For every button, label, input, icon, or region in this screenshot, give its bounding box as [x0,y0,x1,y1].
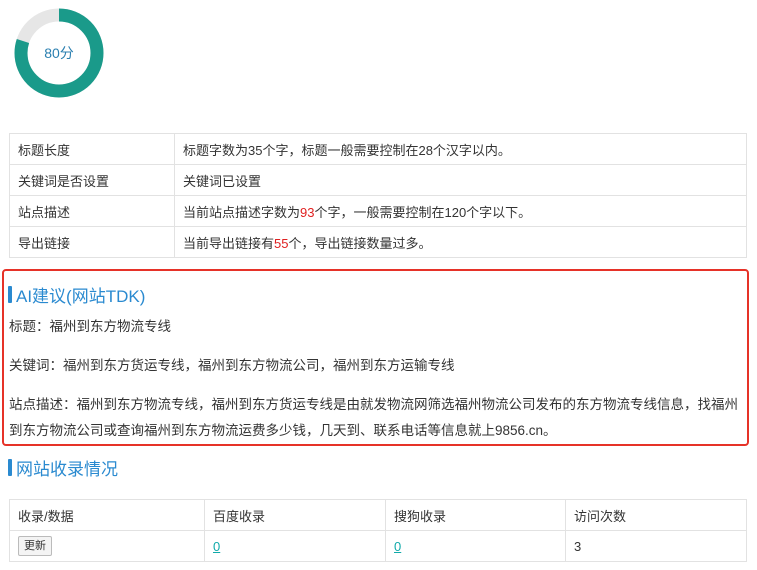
column-header: 收录/数据 [9,499,205,531]
ai-description-line: 站点描述：福州到东方物流专线，福州到东方货运专线是由就发物流网筛选福州物流公司发… [9,397,738,438]
column-header: 百度收录 [204,499,386,531]
score-ring: 80分 [14,8,104,98]
row-value-post: 个字，一般需要控制在120个字以下。 [314,204,532,220]
ai-section-title: AI建议(网站TDK) [8,282,145,307]
index-section-title: 网站收录情况 [8,455,118,480]
table-row: 关键词是否设置 关键词已设置 [9,164,747,196]
table-row: 导出链接 当前导出链接有55个，导出链接数量过多。 [9,226,747,258]
ai-section-title-text: AI建议(网站TDK) [16,287,146,306]
index-table: 收录/数据 百度收录 搜狗收录 访问次数 更新 0 0 3 [9,499,747,562]
row-value: 当前站点描述字数为93个字，一般需要控制在120个字以下。 [174,195,747,227]
row-value-pre: 当前站点描述字数为 [183,204,301,220]
row-key: 标题长度 [9,133,175,165]
table-row: 标题长度 标题字数为35个字，标题一般需要控制在28个汉字以内。 [9,133,747,165]
row-value-number: 93 [300,204,315,220]
row-value: 关键词已设置 [174,164,747,196]
column-header: 搜狗收录 [385,499,566,531]
refresh-cell: 更新 [9,530,205,562]
row-value: 当前导出链接有55个，导出链接数量过多。 [174,226,747,258]
row-value: 标题字数为35个字，标题一般需要控制在28个汉字以内。 [174,133,747,165]
sogou-count-link[interactable]: 0 [394,539,401,554]
column-header: 访问次数 [565,499,747,531]
title-accent-bar [8,286,12,303]
row-value-post: 个，导出链接数量过多。 [288,235,432,251]
ai-title-line: 标题：福州到东方物流专线 [9,319,171,334]
baidu-count-link[interactable]: 0 [213,539,220,554]
refresh-button[interactable]: 更新 [18,536,52,556]
index-section-title-text: 网站收录情况 [16,460,118,479]
row-key: 导出链接 [9,226,175,258]
row-value-pre: 当前导出链接有 [183,235,275,251]
baidu-count-cell: 0 [204,530,386,562]
row-key: 关键词是否设置 [9,164,175,196]
row-value-number: 55 [274,235,289,251]
row-key: 站点描述 [9,195,175,227]
table-header-row: 收录/数据 百度收录 搜狗收录 访问次数 [9,499,747,531]
table-row: 更新 0 0 3 [9,530,747,562]
seo-check-table: 标题长度 标题字数为35个字，标题一般需要控制在28个汉字以内。 关键词是否设置… [9,133,747,258]
sogou-count-cell: 0 [385,530,566,562]
score-value: 80分 [44,45,74,61]
visit-count: 3 [565,530,747,562]
title-accent-bar [8,459,12,476]
table-row: 站点描述 当前站点描述字数为93个字，一般需要控制在120个字以下。 [9,195,747,227]
ai-keywords-line: 关键词：福州到东方货运专线，福州到东方物流公司，福州到东方运输专线 [9,358,455,373]
